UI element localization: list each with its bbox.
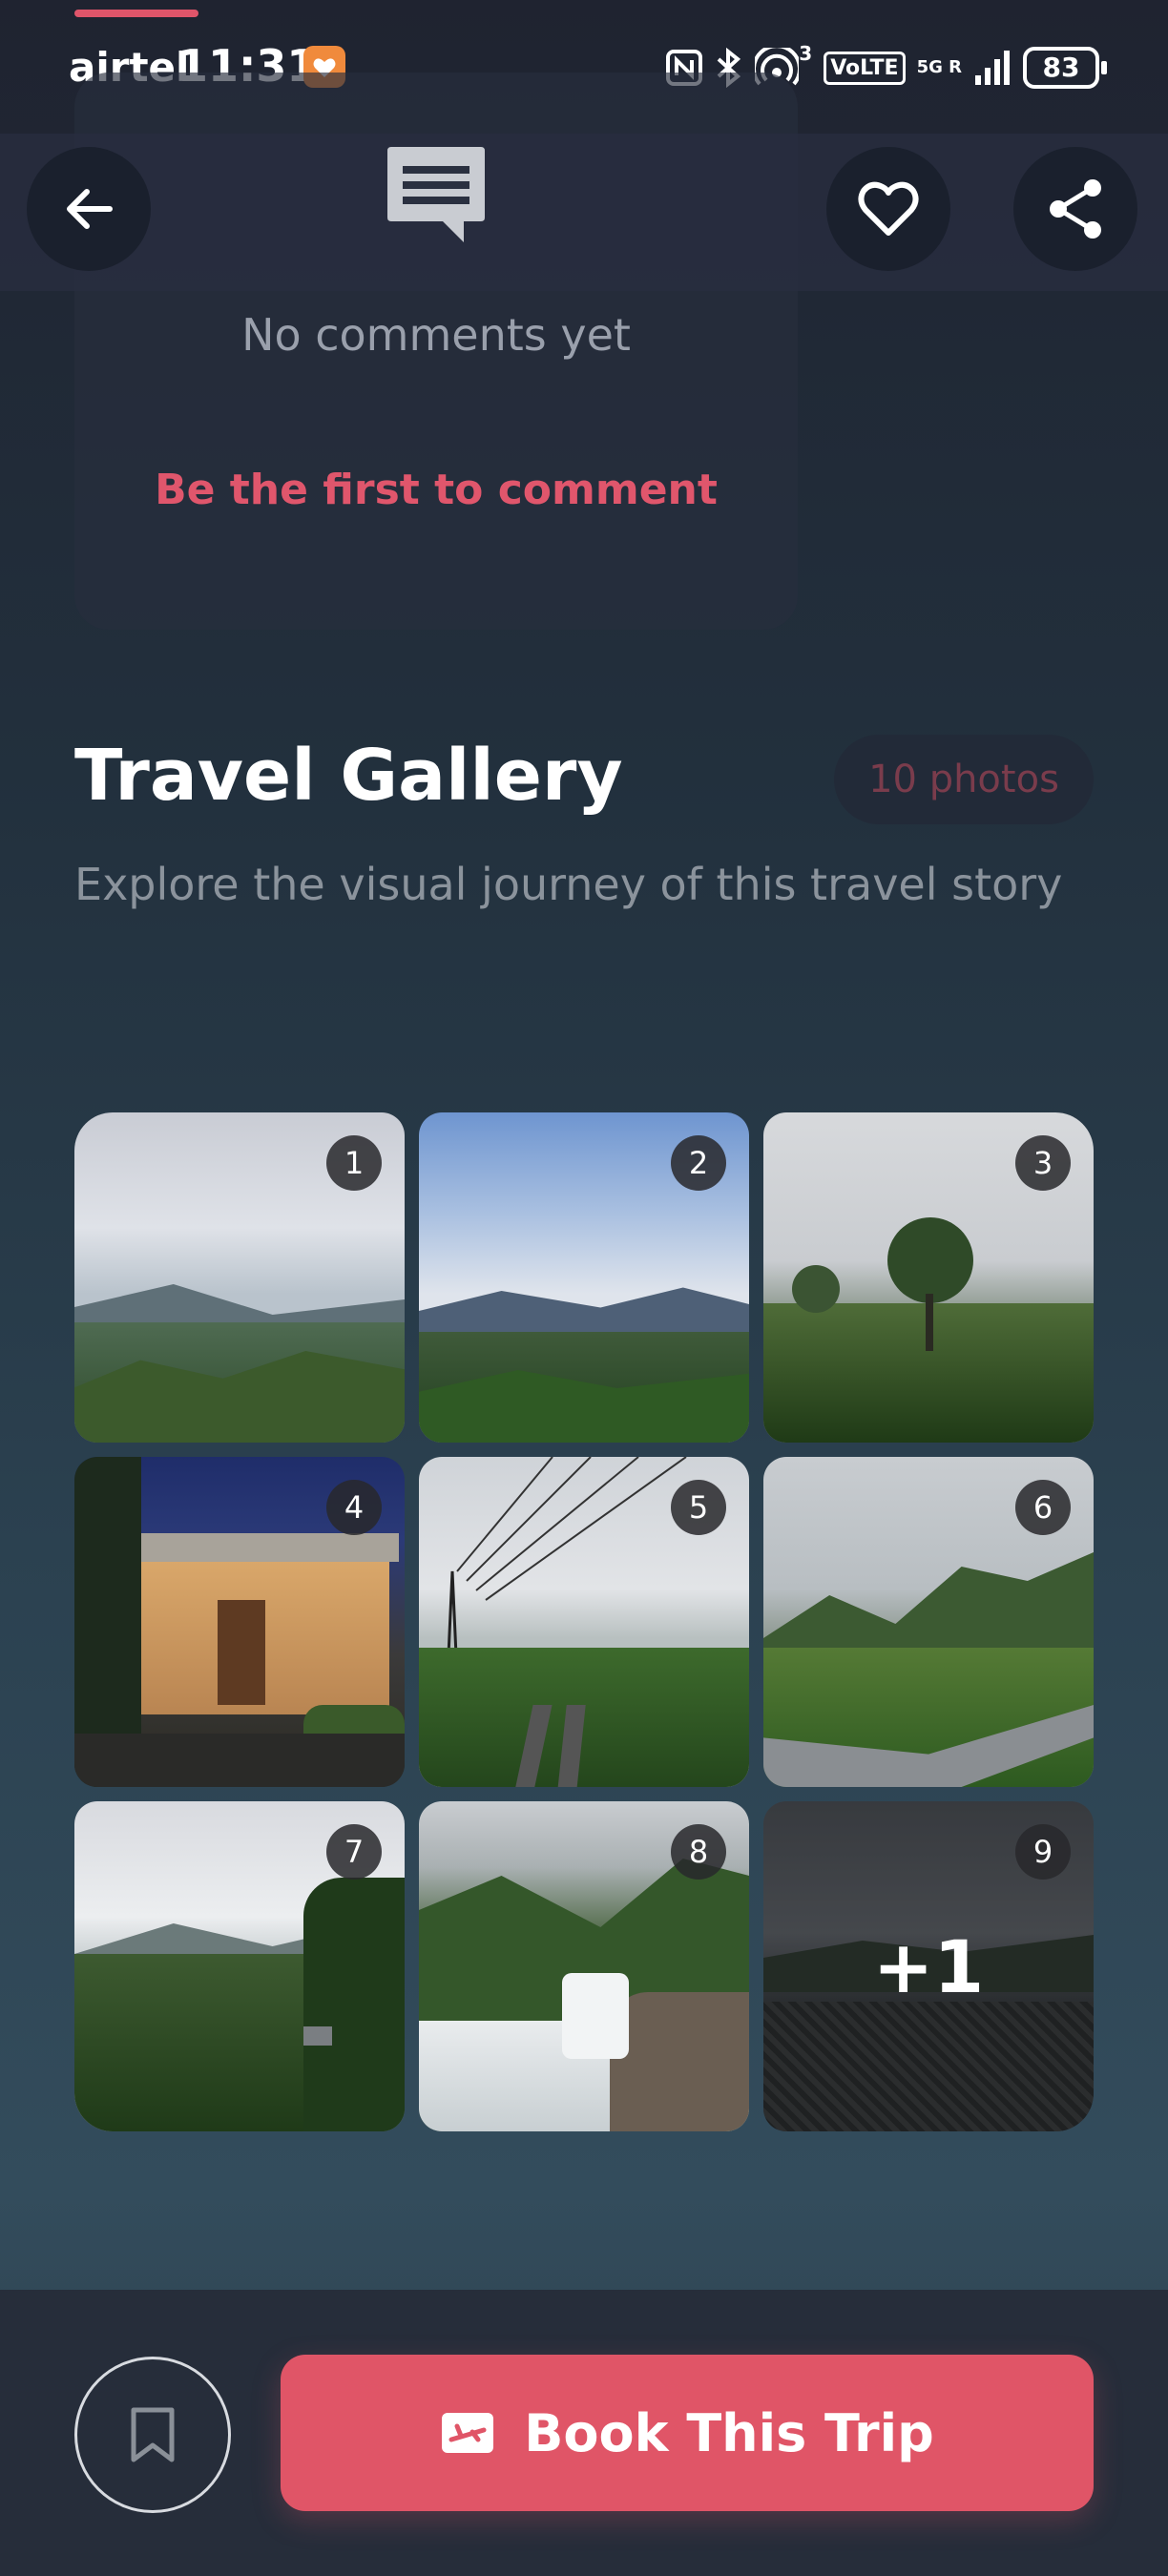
photo-tile[interactable]: +1 9	[763, 1801, 1094, 2131]
photo-tile[interactable]: 6	[763, 1457, 1094, 1787]
network-type-icon: 5G R	[916, 57, 962, 77]
photo-tile[interactable]: 8	[419, 1801, 749, 2131]
photo-tile[interactable]: 2	[419, 1112, 749, 1443]
photo-index-badge: 1	[326, 1135, 382, 1191]
share-button[interactable]	[1013, 147, 1137, 271]
network-superscript: 3	[799, 42, 813, 65]
status-accent-line	[74, 10, 198, 17]
photo-tile[interactable]: 7	[74, 1801, 405, 2131]
flight-ticket-icon	[442, 2413, 494, 2453]
bookmark-icon	[131, 2407, 175, 2462]
photo-index-badge: 8	[671, 1824, 726, 1880]
photo-tile[interactable]: 3	[763, 1112, 1094, 1443]
arrow-left-icon	[67, 189, 113, 229]
heart-outline-icon	[858, 181, 919, 236]
photo-index-badge: 6	[1015, 1480, 1071, 1535]
photo-tile[interactable]: 4	[74, 1457, 405, 1787]
comment-icon	[384, 143, 489, 250]
photo-index-badge: 9	[1015, 1824, 1071, 1880]
photo-tile[interactable]: 1	[74, 1112, 405, 1443]
photo-index-badge: 4	[326, 1480, 382, 1535]
photo-index-badge: 2	[671, 1135, 726, 1191]
volte-icon: VoLTE	[824, 51, 906, 85]
photo-count-badge: 10 photos	[834, 735, 1094, 824]
gallery-title: Travel Gallery	[74, 735, 623, 817]
battery-icon: 83	[1023, 47, 1107, 89]
book-trip-label: Book This Trip	[524, 2402, 934, 2463]
photo-index-badge: 3	[1015, 1135, 1071, 1191]
gallery-subtitle: Explore the visual journey of this trave…	[74, 859, 1063, 910]
like-button[interactable]	[826, 147, 950, 271]
signal-icon	[973, 49, 1012, 87]
bookmark-button[interactable]	[74, 2357, 231, 2513]
photo-index-badge: 7	[326, 1824, 382, 1880]
photo-index-badge: 5	[671, 1480, 726, 1535]
photo-tile[interactable]: 5	[419, 1457, 749, 1787]
first-comment-link[interactable]: Be the first to comment	[74, 466, 798, 514]
no-comments-text: No comments yet	[241, 309, 631, 361]
book-trip-button[interactable]: Book This Trip	[281, 2355, 1094, 2511]
photo-grid: 1 2 3 4 5 6 7 8 +1 9	[74, 1112, 1094, 2131]
top-bar	[0, 134, 1168, 291]
back-button[interactable]	[27, 147, 151, 271]
share-icon	[1050, 179, 1101, 239]
